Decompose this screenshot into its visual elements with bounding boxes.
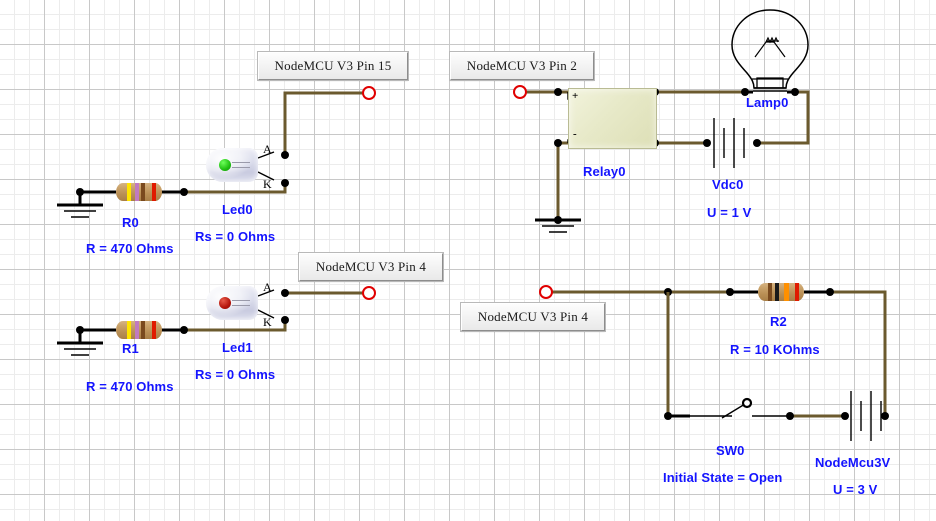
resistor-band-violet xyxy=(135,321,139,339)
battery-symbol-nodemcu3v xyxy=(850,391,882,441)
led0-cathode-letter: K xyxy=(263,177,272,191)
resistor-band-red xyxy=(795,283,799,301)
relay-relay0-body xyxy=(568,88,657,149)
switch-symbol-sw0[interactable] xyxy=(668,397,790,419)
label-vdc0-name: Vdc0 xyxy=(712,177,744,192)
label-led1-value: Rs = 0 Ohms xyxy=(195,367,276,382)
label-vdc0-value: U = 1 V xyxy=(707,205,752,220)
resistor-band-yellow xyxy=(127,183,131,201)
relay-coil-plus-sign: + xyxy=(572,90,579,102)
wire-r2-to-battery-pos xyxy=(830,290,887,416)
relay-coil-minus-sign: - xyxy=(573,128,577,140)
led-die-green xyxy=(219,159,231,171)
led-internal-bar xyxy=(232,162,250,163)
resistor-band-yellow xyxy=(127,321,131,339)
led-led1-body xyxy=(206,286,258,320)
resistor-band-brown xyxy=(768,283,772,301)
terminal-pin4-led1[interactable] xyxy=(362,286,376,300)
terminal-pin2[interactable] xyxy=(513,85,527,99)
resistor-band-red xyxy=(152,321,156,339)
wire-led0-a-to-pin15 xyxy=(283,91,367,155)
terminal-pin15[interactable] xyxy=(362,86,376,100)
label-r1-name: R1 xyxy=(122,341,139,356)
led1-cathode-letter: K xyxy=(263,315,272,329)
label-led1-name: Led1 xyxy=(222,340,253,355)
pin-label-pin4-sw[interactable]: NodeMCU V3 Pin 4 xyxy=(460,302,606,332)
label-led0-value: Rs = 0 Ohms xyxy=(195,229,276,244)
led-internal-bar xyxy=(232,300,250,301)
label-led0-name: Led0 xyxy=(222,202,253,217)
label-r0-value: R = 470 Ohms xyxy=(86,241,174,256)
label-sw0-value: Initial State = Open xyxy=(663,470,783,485)
resistor-band-brown xyxy=(141,321,145,339)
pin-label-pin15[interactable]: NodeMCU V3 Pin 15 xyxy=(257,51,409,81)
resistor-r1 xyxy=(116,321,162,339)
led1-anode-letter: A xyxy=(263,280,272,294)
resistor-r2 xyxy=(758,283,804,301)
label-r2-name: R2 xyxy=(770,314,787,329)
pin-label-pin2[interactable]: NodeMCU V3 Pin 2 xyxy=(449,51,595,81)
label-r0-name: R0 xyxy=(122,215,139,230)
battery-symbol-vdc0 xyxy=(713,118,745,168)
resistor-band-red xyxy=(152,183,156,201)
label-sw0-name: SW0 xyxy=(716,443,745,458)
led-die-red xyxy=(219,297,231,309)
label-lamp0-name: Lamp0 xyxy=(746,95,789,110)
terminal-pin4-sw[interactable] xyxy=(539,285,553,299)
resistor-band-violet xyxy=(135,183,139,201)
pin-label-pin4-led1[interactable]: NodeMCU V3 Pin 4 xyxy=(298,252,444,282)
resistor-band-brown xyxy=(141,183,145,201)
resistor-r0 xyxy=(116,183,162,201)
label-nodemcu3v-value: U = 3 V xyxy=(833,482,878,497)
label-relay0-name: Relay0 xyxy=(583,164,626,179)
resistor-band-black xyxy=(775,283,779,301)
label-r2-value: R = 10 KOhms xyxy=(730,342,820,357)
led-internal-bar xyxy=(232,167,250,168)
led-led0-body xyxy=(206,148,258,182)
schematic-canvas: .w { stroke:#6b5a2e; stroke-width:3; fil… xyxy=(0,0,936,521)
led0-anode-letter: A xyxy=(263,142,272,156)
label-r1-value: R = 470 Ohms xyxy=(86,379,174,394)
led-internal-bar xyxy=(232,305,250,306)
label-nodemcu3v-name: NodeMcu3V xyxy=(815,455,891,470)
resistor-band-orange xyxy=(784,283,789,301)
lamp-symbol-lamp0 xyxy=(731,9,809,92)
